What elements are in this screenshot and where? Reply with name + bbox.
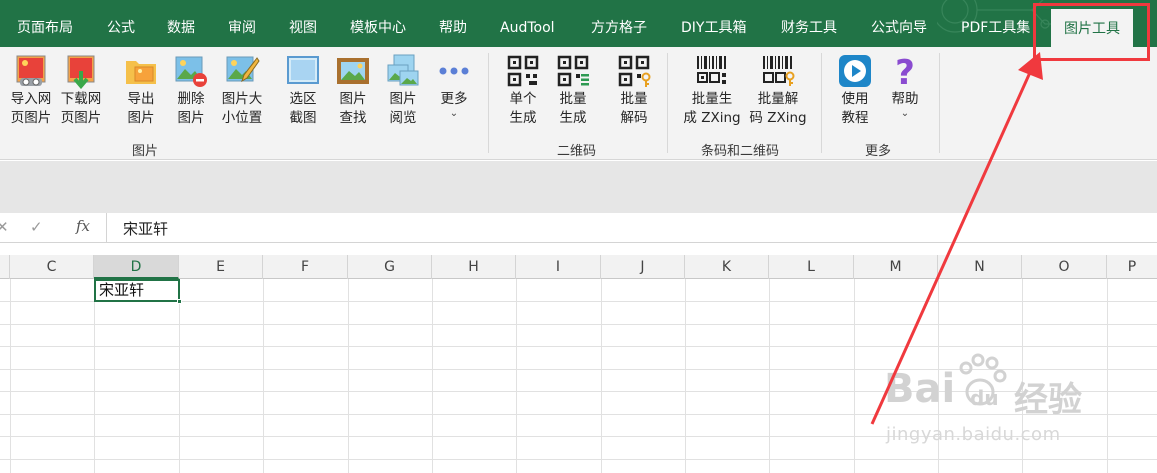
excel-window: 页面布局 公式 数据 审阅 视图 模板中心 帮助 AudTool 方方格子 DI… xyxy=(0,0,1157,473)
annotation-arrow-icon xyxy=(870,52,1043,425)
